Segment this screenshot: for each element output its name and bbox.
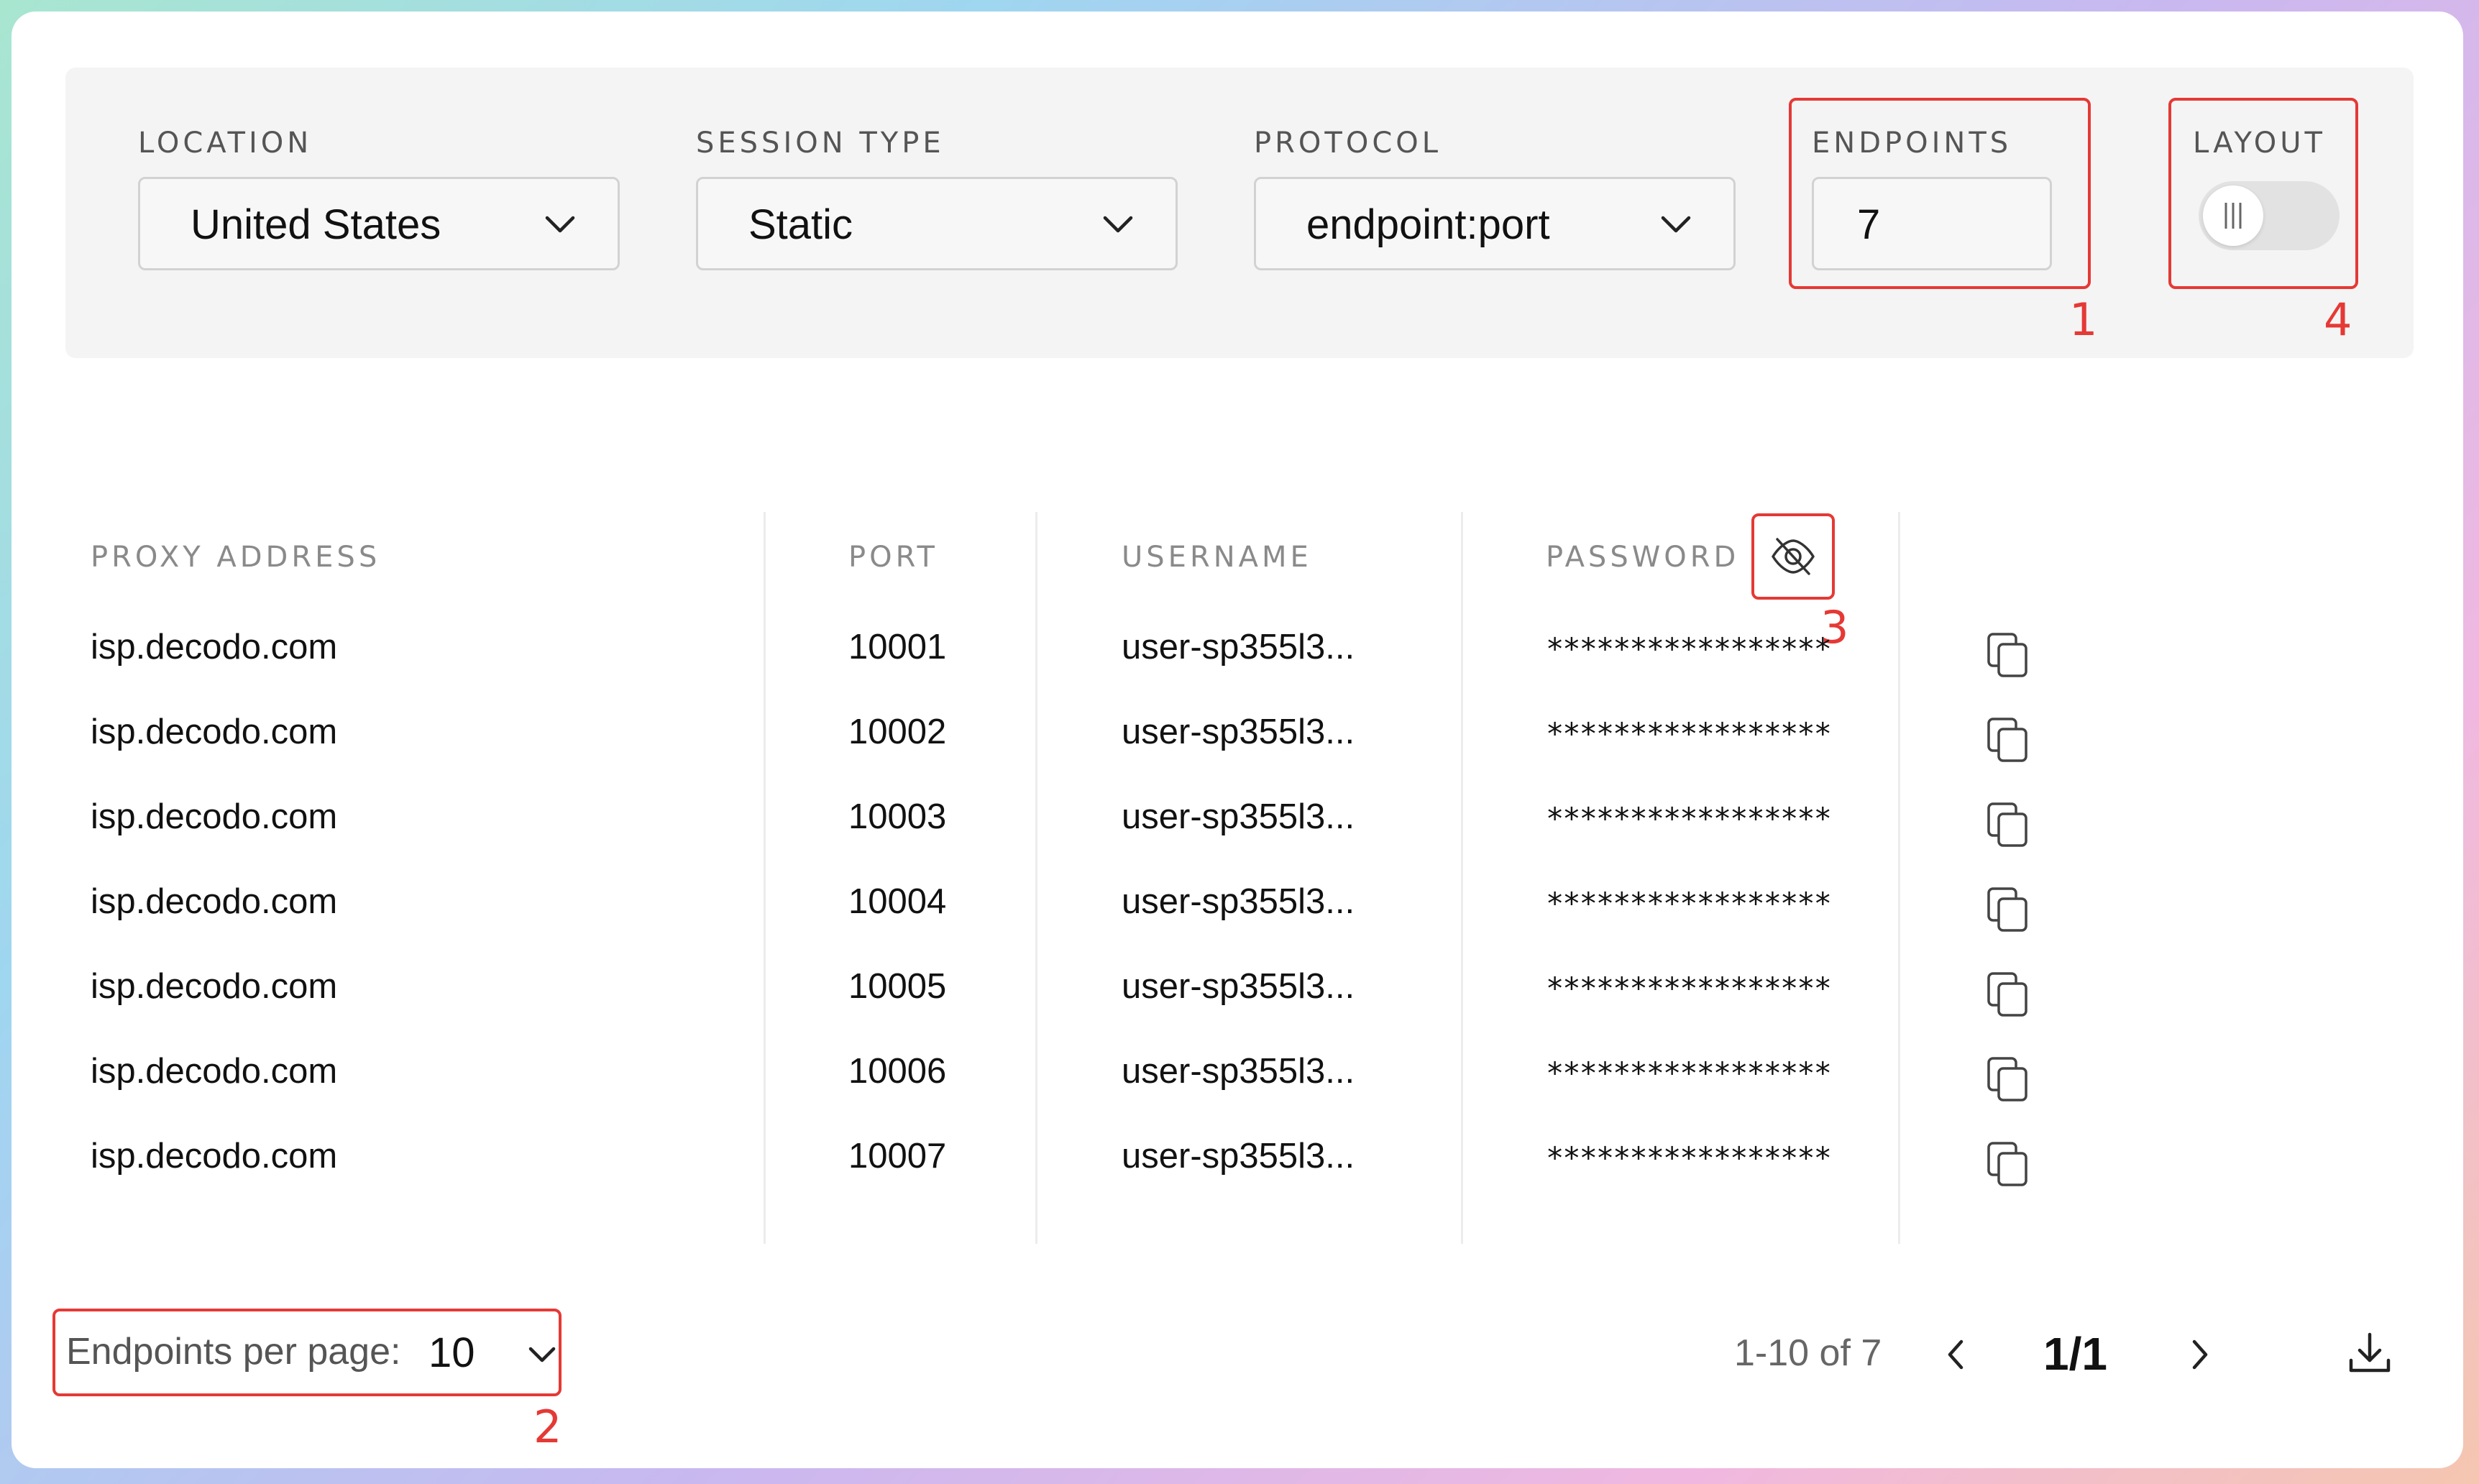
- protocol-value: endpoint:port: [1306, 201, 1550, 248]
- copy-icon[interactable]: [1983, 715, 2033, 765]
- pagination-range: 1-10 of 7: [1734, 1332, 1882, 1374]
- columns-icon: [2224, 203, 2242, 229]
- port-cell: 10002: [848, 713, 947, 751]
- port-cell: 10005: [848, 967, 947, 1006]
- column-divider: [764, 512, 766, 1244]
- protocol-select[interactable]: endpoint:port: [1254, 177, 1736, 270]
- proxy-address-cell: isp.decodo.com: [91, 713, 338, 751]
- password-cell: *****************: [1546, 631, 1832, 667]
- port-cell: 10007: [848, 1137, 947, 1176]
- password-cell: *****************: [1546, 801, 1832, 836]
- endpoints-label: ENDPOINTS: [1812, 127, 2012, 160]
- proxy-address-cell: isp.decodo.com: [91, 1052, 338, 1091]
- download-icon[interactable]: [2344, 1327, 2396, 1379]
- column-divider: [1898, 512, 1900, 1244]
- proxy-address-cell: isp.decodo.com: [91, 797, 338, 836]
- password-cell: *****************: [1546, 886, 1832, 921]
- annotation-number-2: 2: [533, 1401, 562, 1453]
- port-cell: 10004: [848, 882, 947, 921]
- chevron-down-icon: [1103, 216, 1133, 233]
- username-cell: user-sp355l3...: [1122, 882, 1355, 921]
- proxy-address-cell: isp.decodo.com: [91, 628, 338, 667]
- endpoints-input[interactable]: 7: [1812, 177, 2052, 270]
- username-cell: user-sp355l3...: [1122, 628, 1355, 667]
- column-header-password: PASSWORD: [1546, 541, 1740, 574]
- session-type-value: Static: [748, 201, 853, 248]
- password-cell: *****************: [1546, 1055, 1832, 1091]
- per-page-select[interactable]: 10: [429, 1322, 558, 1386]
- port-cell: 10003: [848, 797, 947, 836]
- column-header-username: USERNAME: [1122, 541, 1312, 574]
- proxy-setup-card: LOCATION United States SESSION TYPE Stat…: [12, 12, 2463, 1468]
- copy-icon[interactable]: [1983, 969, 2033, 1020]
- copy-icon[interactable]: [1983, 630, 2033, 680]
- copy-icon[interactable]: [1983, 884, 2033, 935]
- page-indicator: 1/1: [2043, 1328, 2107, 1380]
- copy-icon[interactable]: [1983, 800, 2033, 850]
- proxy-address-cell: isp.decodo.com: [91, 1137, 338, 1176]
- proxy-address-cell: isp.decodo.com: [91, 967, 338, 1006]
- username-cell: user-sp355l3...: [1122, 713, 1355, 751]
- column-divider: [1035, 512, 1037, 1244]
- copy-icon[interactable]: [1983, 1054, 2033, 1104]
- session-type-select[interactable]: Static: [696, 177, 1178, 270]
- username-cell: user-sp355l3...: [1122, 1137, 1355, 1176]
- username-cell: user-sp355l3...: [1122, 797, 1355, 836]
- chevron-down-icon: [545, 216, 575, 233]
- proxy-address-cell: isp.decodo.com: [91, 882, 338, 921]
- location-value: United States: [191, 201, 441, 248]
- password-cell: *****************: [1546, 1140, 1832, 1176]
- password-cell: *****************: [1546, 971, 1832, 1006]
- password-cell: *****************: [1546, 716, 1832, 751]
- username-cell: user-sp355l3...: [1122, 1052, 1355, 1091]
- eye-off-icon[interactable]: [1767, 532, 1819, 581]
- chevron-down-icon: [528, 1347, 556, 1362]
- session-type-label: SESSION TYPE: [696, 127, 945, 160]
- column-header-port: PORT: [848, 541, 938, 574]
- port-cell: 10006: [848, 1052, 947, 1091]
- annotation-number-1: 1: [2069, 293, 2098, 346]
- per-page-value: 10: [429, 1329, 475, 1376]
- endpoints-value: 7: [1857, 201, 1881, 248]
- protocol-label: PROTOCOL: [1254, 127, 1442, 160]
- annotation-number-4: 4: [2324, 293, 2352, 346]
- toggle-knob: [2203, 186, 2263, 246]
- chevron-right-icon[interactable]: [2183, 1333, 2217, 1376]
- port-cell: 10001: [848, 628, 947, 667]
- chevron-down-icon: [1661, 216, 1691, 233]
- location-label: LOCATION: [138, 127, 313, 160]
- per-page-label: Endpoints per page:: [66, 1331, 401, 1373]
- column-header-proxy-address: PROXY ADDRESS: [91, 541, 381, 574]
- chevron-left-icon[interactable]: [1938, 1333, 1973, 1376]
- username-cell: user-sp355l3...: [1122, 967, 1355, 1006]
- location-select[interactable]: United States: [138, 177, 620, 270]
- copy-icon[interactable]: [1983, 1139, 2033, 1189]
- column-divider: [1461, 512, 1463, 1244]
- layout-label: LAYOUT: [2193, 127, 2326, 160]
- layout-toggle[interactable]: [2199, 181, 2340, 250]
